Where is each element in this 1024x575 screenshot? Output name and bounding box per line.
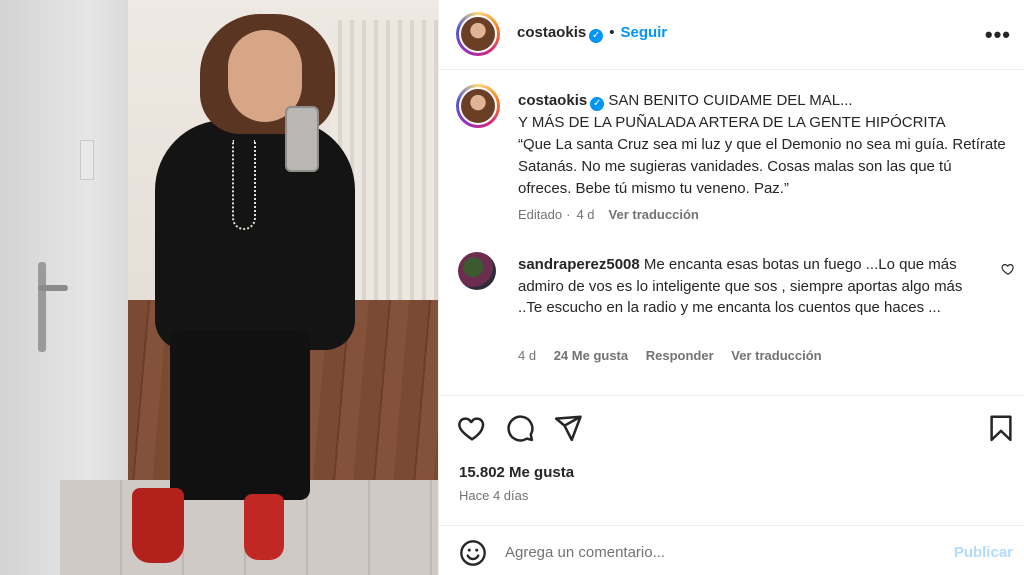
comment-translate-link[interactable]: Ver traducción [731,348,821,363]
comment-like-heart-icon[interactable] [1001,262,1015,276]
comment-reply-button[interactable]: Responder [646,348,714,363]
photo-red-boot-right [244,494,284,560]
photo-door-handle [38,262,46,352]
comment-composer: Publicar [439,525,1024,575]
post-photo[interactable] [0,0,438,575]
share-paper-plane-icon[interactable] [553,413,583,443]
header-user: costaokis ✓ • Seguir [517,24,667,43]
comment-text: sandraperez5008 Me encanta esas botas un… [518,254,988,319]
caption-username[interactable]: costaokis [518,92,587,109]
author-username[interactable]: costaokis [517,24,586,41]
photo-person-legs [170,330,310,500]
comment-likes-count[interactable]: 24 Me gusta [554,348,628,363]
caption-line-1: SAN BENITO CUIDAME DEL MAL... [608,92,853,109]
comment-meta: 4 d 24 Me gusta Responder Ver traducción [518,348,836,363]
photo-light-switch [80,140,94,180]
comment-bubble-icon[interactable] [505,413,535,443]
caption-meta-separator: · [566,207,571,222]
author-avatar[interactable] [456,12,500,56]
verified-badge-icon: ✓ [590,97,605,111]
caption-avatar[interactable] [456,84,500,128]
post-comment-button[interactable]: Publicar [954,544,1013,561]
post-time[interactable]: Hace 4 días [459,488,528,503]
post-likes-count[interactable]: 15.802 Me gusta [459,464,574,481]
post-header: costaokis ✓ • Seguir ••• [439,0,1024,70]
save-bookmark-icon[interactable] [986,413,1016,443]
more-options-icon[interactable]: ••• [985,22,1011,48]
caption-line-3: “Que La santa Cruz sea mi luz y que el D… [518,136,1006,197]
caption-age: 4 d [576,207,595,222]
follow-button[interactable]: Seguir [620,24,667,41]
photo-phone [285,106,319,172]
caption-translate-link[interactable]: Ver traducción [609,207,699,222]
comment-age: 4 d [518,348,537,363]
photo-door-lever [38,285,68,291]
caption-line-2: Y MÁS DE LA PUÑALADA ARTERA DE LA GENTE … [518,114,946,131]
like-heart-icon[interactable] [457,413,487,443]
post-side-panel: costaokis ✓ • Seguir ••• costaokis ✓ SAN BEN… [438,0,1024,575]
separator-dot: • [609,24,615,41]
photo-red-boot-left [132,488,184,563]
post-actions: 15.802 Me gusta Hace 4 días [439,395,1024,543]
comment-input[interactable] [505,538,925,566]
caption-text: costaokis ✓ SAN BENITO CUIDAME DEL MAL...… [518,90,1008,200]
emoji-smiley-icon[interactable] [459,539,487,567]
verified-badge-icon: ✓ [589,29,604,43]
commenter-username[interactable]: sandraperez5008 [518,256,640,273]
photo-necklace [232,140,256,230]
caption-edited: Editado [518,207,563,222]
caption-meta: Editado · 4 d Ver traducción [518,207,699,222]
commenter-avatar[interactable] [458,252,496,290]
